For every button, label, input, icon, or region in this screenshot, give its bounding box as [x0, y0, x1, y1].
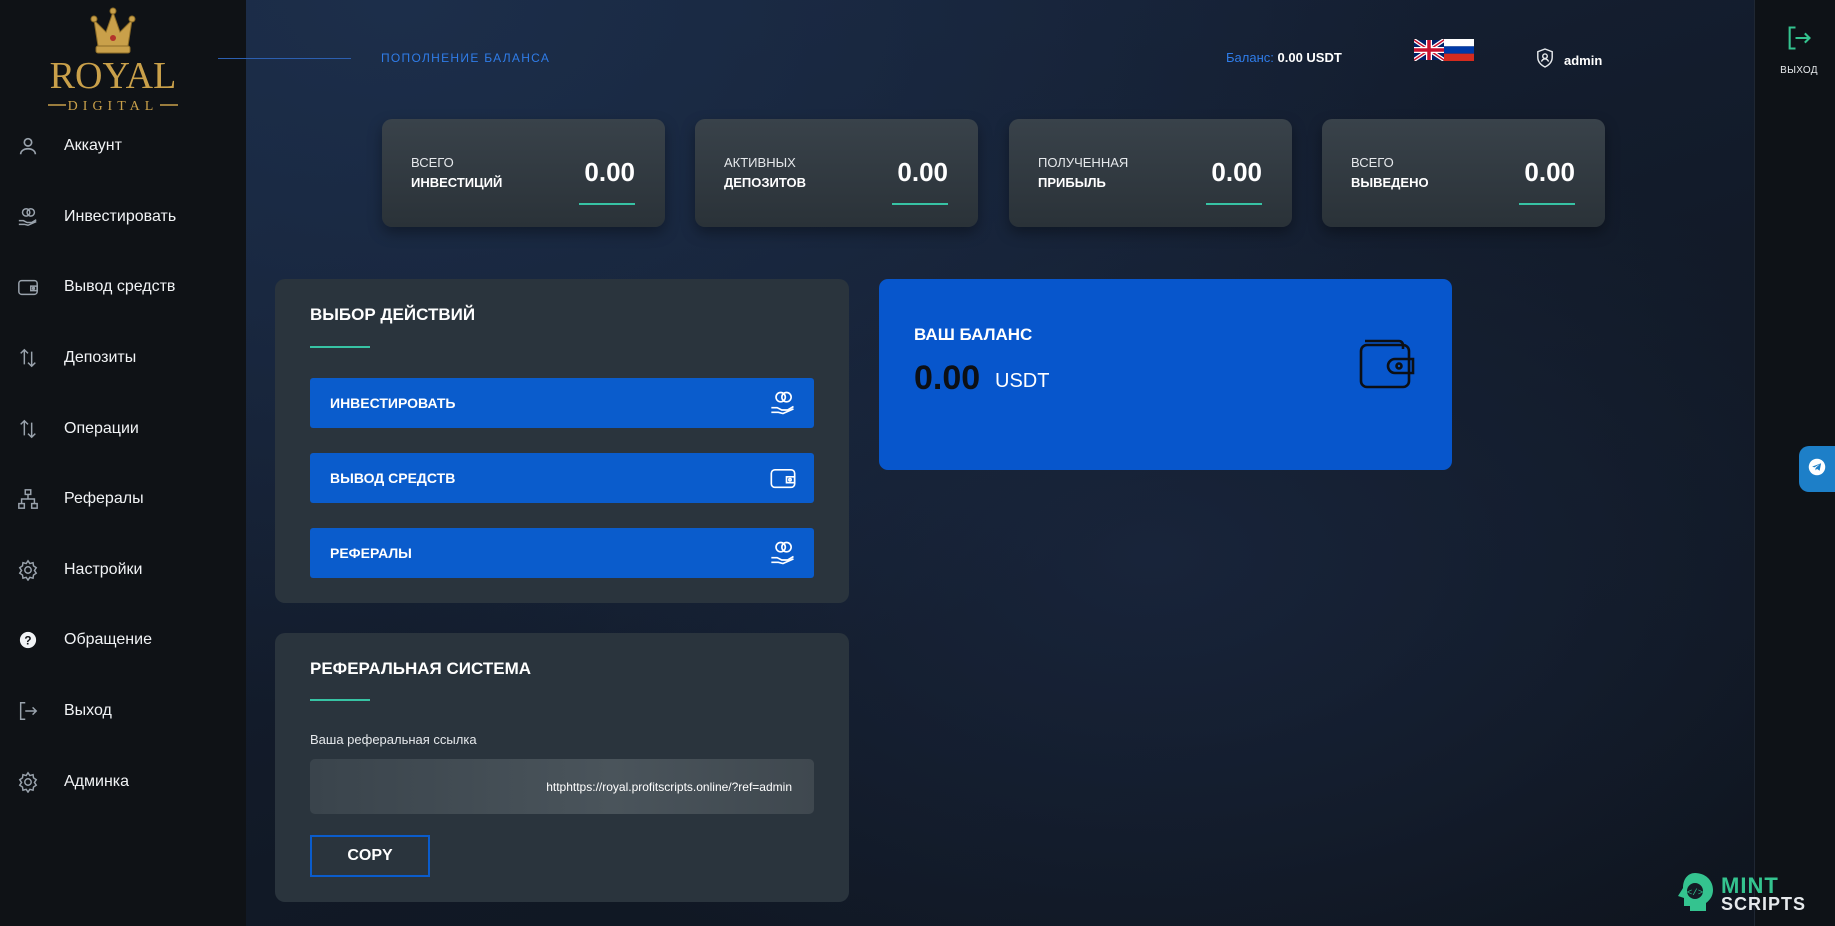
user-icon	[16, 134, 40, 158]
mint-head-icon: </>	[1673, 870, 1717, 919]
stat-card-withdrawn: ВСЕГО ВЫВЕДЕНО 0.00	[1322, 119, 1605, 227]
sidebar-item-label: Выход	[64, 702, 112, 720]
sidebar-item-label: Настройки	[64, 560, 143, 578]
referral-link-label: Ваша реферальная ссылка	[310, 732, 477, 747]
stat-label-line2: ВЫВЕДЕНО	[1351, 175, 1429, 190]
sidebar-item-referrals[interactable]: Рефералы	[0, 464, 246, 535]
sidebar-item-deposits[interactable]: Депозиты	[0, 323, 246, 394]
sidebar-item-settings[interactable]: Настройки	[0, 535, 246, 606]
header-balance-value: 0.00 USDT	[1277, 50, 1342, 65]
question-icon: ?	[16, 628, 40, 652]
actions-panel-title: ВЫБОР ДЕЙСТВИЙ	[310, 305, 476, 324]
referrals-button-label: РЕФЕРАЛЫ	[330, 545, 412, 561]
wallet-icon	[16, 275, 40, 299]
ru-flag-icon[interactable]	[1444, 39, 1474, 61]
gear-icon	[16, 770, 40, 794]
exit-label: ВЫХОД	[1780, 65, 1818, 76]
sidebar-item-label: Аккаунт	[64, 137, 122, 155]
sidebar-item-label: Рефералы	[64, 490, 144, 508]
actions-panel: ВЫБОР ДЕЙСТВИЙ ИНВЕСТИРОВАТЬ ВЫВОД СРЕДС…	[275, 279, 849, 603]
sidebar-item-operations[interactable]: Операции	[0, 393, 246, 464]
telegram-icon	[1808, 458, 1826, 481]
exit-button[interactable]: ВЫХОД	[1774, 24, 1824, 76]
mint-text: MINT	[1721, 872, 1779, 898]
sidebar-item-label: Инвестировать	[64, 207, 177, 225]
sidebar-item-label: Депозиты	[64, 349, 137, 367]
sidebar-item-label: Вывод средств	[64, 278, 176, 296]
panel-underline	[310, 346, 370, 348]
gear-icon	[16, 558, 40, 582]
sidebar-item-logout[interactable]: Выход	[0, 676, 246, 747]
stat-label-line2: ИНВЕСТИЦИЙ	[411, 175, 503, 190]
stat-value: 0.00	[1524, 157, 1575, 187]
withdraw-button-label: ВЫВОД СРЕДСТВ	[330, 470, 456, 486]
username: admin	[1564, 53, 1603, 68]
stat-value: 0.00	[897, 157, 948, 187]
user-menu[interactable]: admin	[1536, 48, 1602, 73]
referral-panel-title: РЕФЕРАЛЬНАЯ СИСТЕМА	[310, 659, 532, 678]
wallet-icon	[768, 463, 798, 493]
stat-card-profit: ПОЛУЧЕННАЯ ПРИБЫЛЬ 0.00	[1009, 119, 1292, 227]
shield-user-icon	[1536, 48, 1554, 73]
sidebar-item-account[interactable]: Аккаунт	[0, 111, 246, 182]
arrows-updown-icon	[16, 346, 40, 370]
stat-underline	[1206, 203, 1262, 205]
sidebar-item-withdraw[interactable]: Вывод средств	[0, 252, 246, 323]
invest-button-label: ИНВЕСТИРОВАТЬ	[330, 395, 456, 411]
royal-digital-logo[interactable]: ROYAL DIGITAL	[28, 2, 198, 114]
sidebar-item-admin[interactable]: Админка	[0, 746, 246, 817]
balance-card-title: ВАШ БАЛАНС	[914, 325, 1033, 344]
stat-underline	[892, 203, 948, 205]
logout-icon	[16, 699, 40, 723]
arrows-updown-icon	[16, 417, 40, 441]
wallet-icon	[1357, 335, 1417, 391]
stat-value: 0.00	[584, 157, 635, 187]
panel-underline	[310, 699, 370, 701]
sidebar-nav: Аккаунт Инвестировать Вывод средств Депо…	[0, 111, 246, 817]
balance-amount: 0.00	[914, 359, 981, 397]
copy-button[interactable]: COPY	[310, 835, 430, 877]
coins-hand-icon	[16, 205, 40, 229]
invest-button[interactable]: ИНВЕСТИРОВАТЬ	[310, 378, 814, 428]
hierarchy-icon	[16, 487, 40, 511]
logout-icon	[1785, 26, 1813, 56]
sidebar-item-label: Админка	[64, 772, 130, 790]
language-switcher	[1412, 38, 1474, 62]
withdraw-button[interactable]: ВЫВОД СРЕДСТВ	[310, 453, 814, 503]
stat-label-line1: ВСЕГО	[411, 155, 454, 170]
stat-value: 0.00	[1211, 157, 1262, 187]
page-title: ПОПОЛНЕНИЕ БАЛАНСА	[381, 51, 551, 65]
stat-label-line2: ПРИБЫЛЬ	[1038, 175, 1106, 190]
uk-flag-icon[interactable]	[1412, 38, 1446, 62]
stat-underline	[1519, 203, 1575, 205]
scripts-text: SCRIPTS	[1721, 893, 1807, 914]
stat-underline	[579, 203, 635, 205]
stat-label-line1: ВСЕГО	[1351, 155, 1394, 170]
stat-label-line1: ПОЛУЧЕННАЯ	[1038, 155, 1129, 170]
referral-link-field[interactable]	[310, 759, 814, 814]
referral-panel: РЕФЕРАЛЬНАЯ СИСТЕМА Ваша реферальная ссы…	[275, 633, 849, 902]
stat-card-total-investments: ВСЕГО ИНВЕСТИЦИЙ 0.00	[382, 119, 665, 227]
sidebar-item-invest[interactable]: Инвестировать	[0, 182, 246, 253]
coins-hand-icon	[768, 538, 798, 568]
balance-currency: USDT	[995, 370, 1050, 392]
header-balance-label: Баланс:	[1226, 50, 1274, 65]
header-divider	[218, 58, 351, 59]
coins-hand-icon	[768, 388, 798, 418]
stat-card-active-deposits: АКТИВНЫХ ДЕПОЗИТОВ 0.00	[695, 119, 978, 227]
logo-brand-text: ROYAL	[50, 55, 177, 97]
header-balance: Баланс: 0.00 USDT	[1226, 50, 1342, 65]
balance-card: ВАШ БАЛАНС 0.00 USDT	[879, 279, 1452, 470]
sidebar-item-support[interactable]: ? Обращение	[0, 605, 246, 676]
mint-scripts-logo: </> MINT SCRIPTS	[1673, 870, 1806, 919]
stat-label-line2: ДЕПОЗИТОВ	[724, 175, 806, 190]
sidebar-item-label: Обращение	[64, 631, 152, 649]
referrals-button[interactable]: РЕФЕРАЛЫ	[310, 528, 814, 578]
sidebar: ROYAL DIGITAL Аккаунт Инвестировать Выво…	[0, 0, 246, 926]
svg-text:?: ?	[24, 635, 31, 648]
sidebar-item-label: Операции	[64, 419, 139, 437]
svg-text:</>: </>	[1687, 888, 1703, 898]
telegram-button[interactable]	[1799, 446, 1835, 492]
stat-label-line1: АКТИВНЫХ	[724, 155, 796, 170]
